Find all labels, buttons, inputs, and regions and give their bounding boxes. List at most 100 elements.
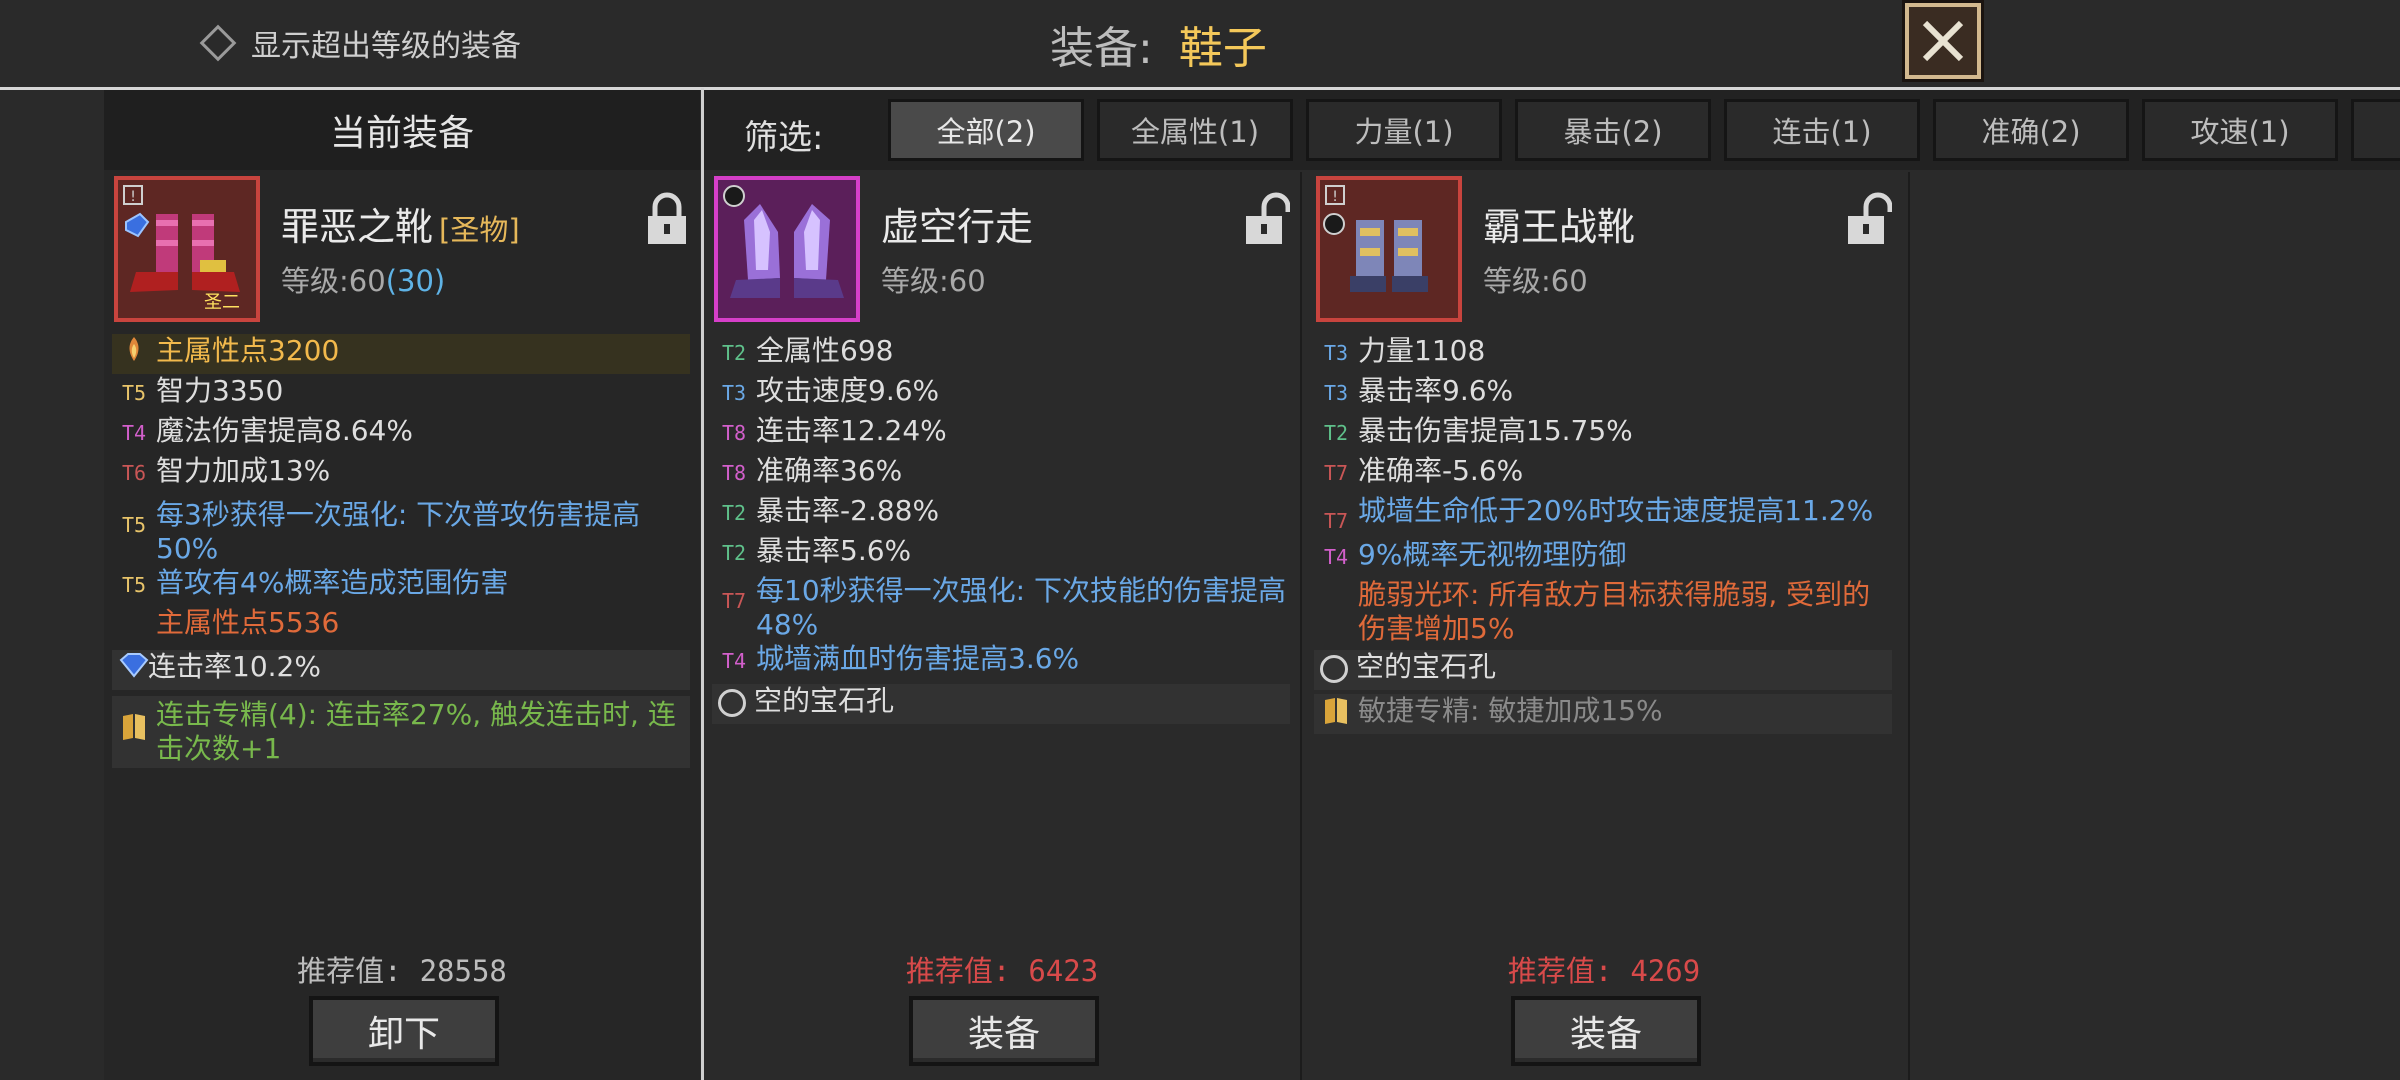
level-label: 等级: — [881, 264, 949, 298]
diamond-checkbox-icon[interactable] — [199, 24, 237, 62]
gem-socket-row: 空的宝石孔 — [712, 684, 1290, 724]
show-over-level-label: 显示超出等级的装备 — [251, 29, 521, 64]
tier-badge: T5 — [121, 381, 147, 405]
lock-icon[interactable] — [644, 192, 690, 246]
stat-text: 准确率36% — [756, 454, 903, 487]
stat-row: T3 攻击速度9.6% — [712, 374, 1290, 414]
recommend-number: 28558 — [419, 954, 507, 988]
stat-text: 城墙满血时伤害提高3.6% — [756, 642, 1080, 675]
flame-icon — [112, 334, 156, 372]
stat-row: T7 每10秒获得一次强化: 下次技能的伤害提高48% — [712, 574, 1290, 642]
filter-tab-crit[interactable]: 暴击(2) — [1515, 99, 1711, 161]
filter-tab-combo[interactable]: 连击(1) — [1724, 99, 1920, 161]
filter-tab-all-attributes[interactable]: 全属性(1) — [1097, 99, 1293, 161]
svg-text:!: ! — [1332, 189, 1338, 205]
stat-text: 暴击率-2.88% — [756, 494, 940, 527]
skill-book-icon — [112, 698, 156, 750]
stat-row: T3 力量1108 — [1314, 334, 1892, 374]
empty-socket-icon — [1323, 213, 1345, 235]
tier-badge: T7 — [1323, 509, 1349, 533]
tier-badge: T2 — [721, 501, 747, 525]
stat-text: 9%概率无视物理防御 — [1358, 538, 1627, 571]
recommend-value: 推荐值: 4269 — [1306, 948, 1902, 990]
empty-socket-icon — [723, 185, 745, 207]
stat-text: 空的宝石孔 — [1356, 650, 1497, 683]
item-stats: T3 力量1108 T3 暴击率9.6% T2 暴击伤害提高15.75% T7 准确率-… — [1314, 334, 1892, 734]
stat-row: T4 9%概率无视物理防御 — [1314, 538, 1892, 578]
stat-text: 脆弱光环: 所有敌方目标获得脆弱, 受到的伤害增加5% — [1358, 578, 1871, 645]
boots-icon: ! — [1323, 185, 1428, 292]
recommend-value: 推荐值: 6423 — [704, 948, 1300, 990]
gem-socket-row: 空的宝石孔 — [1314, 650, 1892, 690]
stat-text: 每3秒获得一次强化: 下次普攻伤害提高50% — [156, 498, 641, 565]
item-icon-frame[interactable] — [714, 176, 860, 322]
gem-row: 连击率10.2% — [112, 650, 690, 690]
tier-badge: T5 — [121, 513, 147, 537]
filter-tab-accuracy[interactable]: 准确(2) — [1933, 99, 2129, 161]
mastery-row: 敏捷专精: 敏捷加成15% — [1314, 694, 1892, 734]
stat-text: 普攻有4%概率造成范围伤害 — [156, 566, 509, 599]
filter-tab-attack-speed[interactable]: 攻速(1) — [2142, 99, 2338, 161]
svg-text:圣二: 圣二 — [204, 292, 240, 313]
skill-book-icon — [1314, 694, 1358, 734]
boots-icon: ! 圣二 — [123, 185, 240, 313]
stat-text: 城墙生命低于20%时攻击速度提高11.2% — [1358, 494, 1874, 527]
empty-socket-icon — [1320, 655, 1348, 683]
filter-tab-all[interactable]: 全部(2) — [888, 99, 1084, 161]
tier-badge: T7 — [1323, 461, 1349, 485]
item-stats: 主属性点3200 T5 智力3350 T4 魔法伤害提高8.64% T6 智力加… — [112, 334, 690, 768]
stat-text: 智力3350 — [156, 374, 284, 407]
tier-badge: T2 — [1323, 421, 1349, 445]
stat-row: T7 城墙生命低于20%时攻击速度提高11.2% — [1314, 494, 1892, 538]
stat-text: 连击率10.2% — [148, 650, 321, 683]
stat-row: 脆弱光环: 所有敌方目标获得脆弱, 受到的伤害增加5% — [1314, 578, 1892, 646]
stat-row: T8 准确率36% — [712, 454, 1290, 494]
item-level: 等级:60(30) — [281, 258, 445, 300]
stat-text: 敏捷专精: 敏捷加成15% — [1358, 694, 1663, 727]
item-icon-frame[interactable]: ! 圣二 — [114, 176, 260, 322]
title-slot: 鞋子 — [1178, 23, 1267, 74]
stat-row: T3 暴击率9.6% — [1314, 374, 1892, 414]
level-value: 60 — [948, 264, 986, 298]
stat-text: 主属性点3200 — [156, 334, 340, 367]
stat-text: 空的宝石孔 — [754, 684, 895, 717]
empty-card-slot — [1908, 172, 2400, 1080]
unequip-button[interactable]: 卸下 — [309, 996, 499, 1066]
close-button[interactable] — [1905, 3, 1981, 79]
item-name: 虚空行走 — [881, 205, 1034, 249]
item-name: 罪恶之靴 [圣物] — [281, 196, 520, 251]
filter-tab-more[interactable] — [2351, 99, 2400, 161]
item-card-current: ! 圣二 罪恶之靴 [圣物] 等级:60(30) 主属性点3200 T5 智力3… — [104, 172, 700, 1080]
tier-badge: T8 — [721, 421, 747, 445]
item-icon-frame[interactable]: ! — [1316, 176, 1462, 322]
stat-text: 每10秒获得一次强化: 下次技能的伤害提高48% — [756, 574, 1286, 641]
tier-badge — [1314, 578, 1358, 580]
tier-badge: T7 — [721, 589, 747, 613]
empty-socket-icon — [718, 689, 746, 717]
item-tag: [圣物] — [439, 213, 520, 247]
unlock-icon[interactable] — [1244, 192, 1291, 246]
mastery-row: 连击专精(4): 连击率27%, 触发连击时, 连击次数+1 — [112, 696, 690, 768]
stat-row: T5 普攻有4%概率造成范围伤害 — [112, 566, 690, 606]
stat-row: T5 每3秒获得一次强化: 下次普攻伤害提高50% — [112, 494, 690, 566]
stat-text: 魔法伤害提高8.64% — [156, 414, 413, 447]
recommend-label: 推荐值: — [905, 954, 1011, 988]
equip-button[interactable]: 装备 — [1511, 996, 1701, 1066]
level-value: 60 — [1550, 264, 1588, 298]
unlock-icon[interactable] — [1846, 192, 1893, 246]
show-over-level-toggle[interactable]: 显示超出等级的装备 — [199, 24, 521, 64]
stat-row: T7 准确率-5.6% — [1314, 454, 1892, 494]
blue-gem-icon — [125, 212, 150, 238]
tier-badge: T2 — [721, 341, 747, 365]
stat-text: 暴击伤害提高15.75% — [1358, 414, 1633, 447]
recommend-label: 推荐值: — [1507, 954, 1613, 988]
stat-text: 暴击率9.6% — [1358, 374, 1514, 407]
tier-badge: T8 — [721, 461, 747, 485]
item-name: 霸王战靴 — [1483, 205, 1636, 249]
stat-text: 连击率12.24% — [756, 414, 947, 447]
equip-button[interactable]: 装备 — [909, 996, 1099, 1066]
filter-tab-strength[interactable]: 力量(1) — [1306, 99, 1502, 161]
close-x-icon — [1922, 20, 1964, 62]
page-title: 装备: 鞋子 — [1050, 14, 1267, 74]
stat-row: T5 智力3350 — [112, 374, 690, 414]
